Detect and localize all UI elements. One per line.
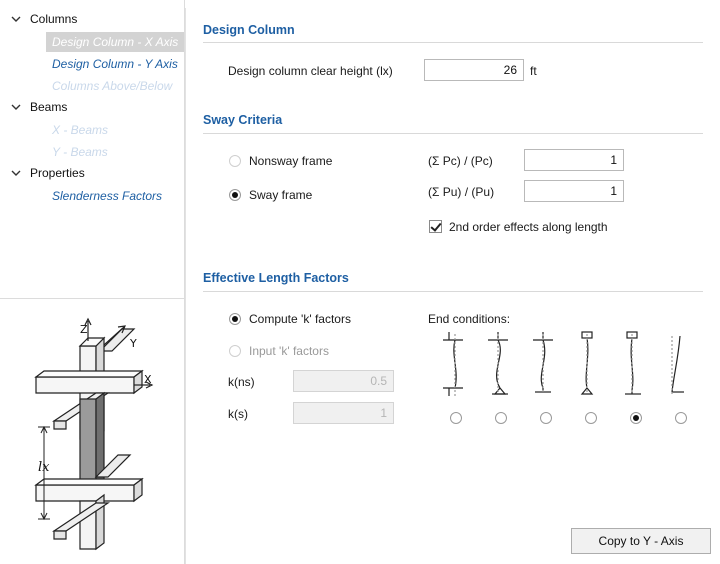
tree-node-label: Columns [30,12,78,26]
section-divider [203,291,703,292]
clear-height-label: Design column clear height (lx) [228,64,393,78]
tree-item-design-column-y[interactable]: Design Column - Y Axis [46,54,184,74]
tree-node-label: Beams [30,100,68,114]
end-condition-radio-1[interactable] [450,412,462,424]
section-title-design-column: Design Column [203,23,295,37]
end-condition-roller-fixed-icon [625,331,641,395]
end-condition-radio-5[interactable] [630,412,642,424]
clear-height-input[interactable]: 26 [424,59,524,81]
column-diagram: Z Y X lx [0,298,185,564]
end-condition-fixed-free-rotation-icon [533,332,553,394]
section-title-effective-length: Effective Length Factors [203,271,349,285]
length-label-lx: lx [38,460,50,475]
sum-pu-input[interactable]: 1 [524,180,624,202]
second-order-checkbox[interactable] [429,220,442,233]
navigation-tree: Columns Design Column - X Axis Design Co… [0,0,185,298]
clear-height-unit: ft [530,64,537,78]
copy-to-y-axis-button[interactable]: Copy to Y - Axis [571,528,711,554]
end-condition-radio-2[interactable] [495,412,507,424]
end-conditions-label: End conditions: [428,312,511,326]
end-condition-radio-6[interactable] [675,412,687,424]
tree-item-x-beams: X - Beams [52,123,109,137]
tree-node-label: Properties [30,166,85,180]
nonsway-frame-radio[interactable] [229,155,241,167]
section-divider [203,133,703,134]
nonsway-frame-label: Nonsway frame [249,154,333,168]
sway-frame-label: Sway frame [249,188,313,202]
slenderness-pane: Design Column Design column clear height… [185,8,720,564]
tree-item-slenderness-factors[interactable]: Slenderness Factors [46,186,168,206]
sum-pc-input[interactable]: 1 [524,149,624,171]
end-condition-roller-pinned-icon [580,331,594,395]
sway-frame-radio[interactable] [229,189,241,201]
section-title-sway-criteria: Sway Criteria [203,113,283,127]
section-divider [203,42,703,43]
column-frame-illustration: Z Y X lx [34,317,154,551]
compute-k-radio[interactable] [229,313,241,325]
end-condition-fixed-fixed-icon [443,332,463,396]
tree-node-properties[interactable]: Properties [10,163,85,183]
tree-item-columns-above-below: Columns Above/Below [52,79,173,93]
tree-item-design-column-x[interactable]: Design Column - X Axis [46,32,184,52]
axis-label-y: Y [129,337,137,350]
input-k-radio[interactable] [229,345,241,357]
end-condition-radio-4[interactable] [585,412,597,424]
ks-label: k(s) [228,407,248,421]
end-conditions-icons [443,331,684,396]
kns-input[interactable]: 0.5 [293,370,394,392]
axis-label-z: Z [80,323,88,336]
chevron-down-icon[interactable] [10,101,22,113]
end-condition-fixed-pinned-icon [488,332,508,395]
chevron-down-icon[interactable] [10,13,22,25]
compute-k-label: Compute 'k' factors [249,312,351,326]
tree-item-y-beams: Y - Beams [52,145,108,159]
tree-node-beams[interactable]: Beams [10,97,67,117]
kns-label: k(ns) [228,375,255,389]
tree-node-columns[interactable]: Columns [10,9,77,29]
ks-input[interactable]: 1 [293,402,394,424]
second-order-label: 2nd order effects along length [449,220,608,234]
sum-pc-label: (Σ Pc) / (Pc) [428,154,493,168]
input-k-label: Input 'k' factors [249,344,329,358]
end-condition-radio-3[interactable] [540,412,552,424]
axis-label-x: X [144,373,152,386]
chevron-down-icon[interactable] [10,167,22,179]
end-condition-free-fixed-icon [671,335,684,394]
sum-pu-label: (Σ Pu) / (Pu) [428,185,495,199]
